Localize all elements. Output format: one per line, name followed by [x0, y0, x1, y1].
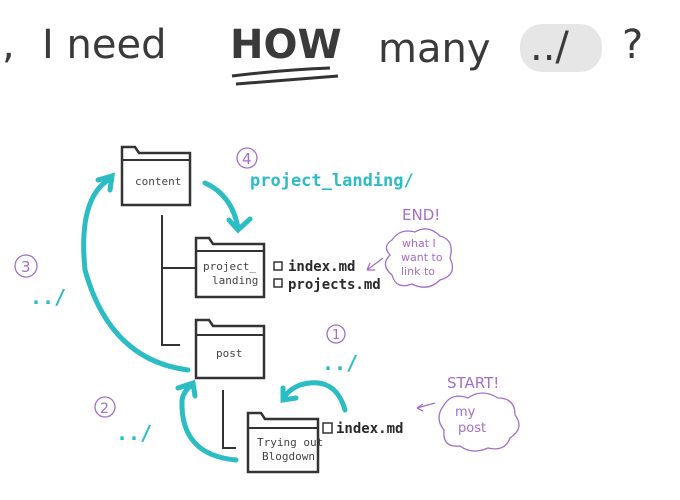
svg-text:4: 4 [242, 150, 252, 168]
title: , I need HOW many ../ ? [2, 22, 643, 86]
arrow-step-3 [81, 177, 191, 373]
folder-content: content [120, 145, 192, 207]
svg-text:../: ../ [30, 285, 66, 309]
svg-text:Blogdown: Blogdown [262, 450, 315, 463]
folder-blogdown: Trying out Blogdown [246, 411, 323, 474]
svg-text:landing: landing [212, 274, 258, 287]
step-4: 4 project_landing/ [236, 147, 414, 191]
svg-text:what I: what I [402, 237, 436, 250]
end-note: END! what I want to link to [366, 206, 454, 288]
svg-text:START!: START! [447, 374, 499, 392]
file-index-md-landing: index.md [273, 259, 355, 275]
step-1: 1 ../ [322, 324, 358, 375]
tree-line-content [161, 215, 195, 346]
title-emphasis: HOW [230, 22, 342, 68]
svg-text:index.md: index.md [336, 421, 403, 437]
title-text-2: many [378, 26, 491, 72]
step-3: 3 ../ [14, 254, 66, 309]
svg-text:content: content [135, 175, 181, 188]
tree-line-post [222, 390, 236, 449]
svg-text:3: 3 [21, 258, 31, 276]
title-highlight: ../ [530, 24, 569, 70]
svg-text:link to: link to [401, 265, 435, 278]
title-text-1: I need [42, 22, 166, 68]
svg-text:post: post [216, 347, 243, 360]
start-note: START! my post [416, 374, 520, 452]
step-2: 2 ../ [94, 396, 152, 445]
svg-text:project_landing/: project_landing/ [250, 171, 414, 191]
file-index-md-post: index.md [322, 421, 403, 437]
file-projects-md: projects.md [273, 277, 381, 293]
title-question: ? [622, 22, 643, 68]
svg-text:my: my [455, 405, 476, 420]
svg-text:END!: END! [402, 206, 440, 224]
svg-text:want to: want to [401, 251, 443, 264]
svg-text:project_: project_ [203, 260, 256, 273]
title-comma: , [2, 22, 15, 68]
svg-text:Trying out: Trying out [257, 436, 323, 449]
svg-text:../: ../ [322, 351, 358, 375]
folder-project-landing: project_ landing [194, 236, 266, 299]
svg-text:1: 1 [332, 328, 340, 343]
svg-text:projects.md: projects.md [288, 277, 381, 293]
diagram: , I need HOW many ../ ? content project_… [2, 22, 643, 474]
svg-text:post: post [458, 421, 486, 436]
svg-text:2: 2 [100, 401, 109, 417]
folder-post: post [194, 318, 266, 380]
svg-text:../: ../ [116, 421, 152, 445]
underline [231, 66, 339, 86]
svg-text:index.md: index.md [288, 259, 355, 275]
